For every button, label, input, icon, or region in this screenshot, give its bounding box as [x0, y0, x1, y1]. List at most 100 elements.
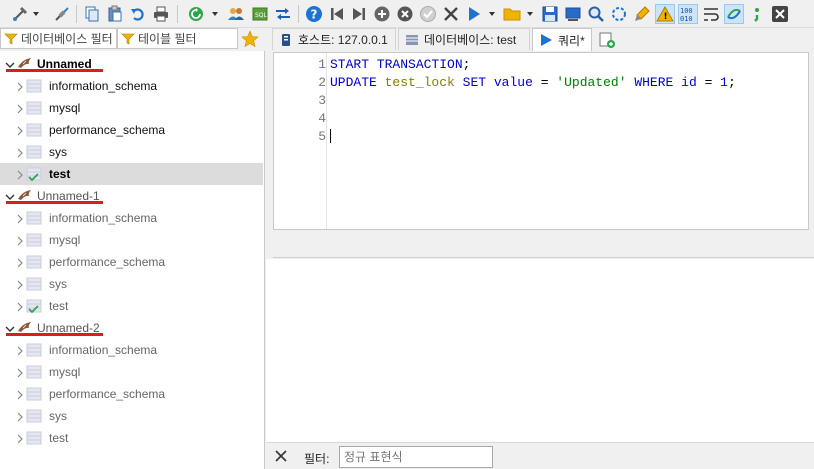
new-query-tab-icon[interactable] [598, 31, 616, 49]
tab-database-label: 데이터베이스: test [424, 33, 517, 47]
copy-icon[interactable] [82, 4, 102, 24]
tab-query[interactable]: 쿼리* [532, 28, 592, 51]
binary-icon[interactable]: 100 010 [678, 4, 698, 24]
run-icon[interactable] [464, 4, 484, 24]
chevron-down-icon[interactable] [5, 59, 15, 69]
connect-dropdown-icon[interactable] [32, 10, 40, 18]
chevron-right-icon[interactable] [15, 279, 25, 290]
database-node[interactable]: mysql [0, 229, 263, 251]
sync-icon[interactable] [724, 4, 744, 24]
chevron-right-icon[interactable] [15, 411, 25, 422]
export-icon[interactable]: SQL [250, 4, 270, 24]
close-filter-icon[interactable] [274, 449, 288, 463]
folder-icon[interactable] [502, 4, 522, 24]
result-area [266, 259, 814, 442]
replace-icon[interactable] [609, 4, 629, 24]
help-icon[interactable]: ? [304, 4, 324, 24]
chevron-right-icon[interactable] [15, 147, 25, 158]
folder-dropdown-icon[interactable] [526, 10, 534, 18]
line-number: 5 [318, 129, 326, 144]
database-node[interactable]: mysql [0, 97, 263, 119]
table-filter-input[interactable]: 테이블 필터 [117, 28, 238, 49]
cancel-icon[interactable] [441, 4, 461, 24]
code-token: WHERE [634, 75, 674, 90]
chevron-right-icon[interactable] [15, 235, 25, 246]
undo-icon[interactable] [128, 4, 148, 24]
wrap-icon[interactable] [701, 4, 721, 24]
chevron-right-icon[interactable] [15, 103, 25, 114]
database-node[interactable]: performance_schema [0, 251, 263, 273]
chevron-right-icon[interactable] [15, 389, 25, 400]
svg-text:100: 100 [680, 7, 693, 15]
print-icon[interactable] [151, 4, 171, 24]
chevron-right-icon[interactable] [15, 125, 25, 136]
text-caret [330, 129, 331, 143]
run-dropdown-icon[interactable] [488, 10, 496, 18]
connect-icon[interactable] [10, 4, 30, 24]
editor-splitter[interactable] [273, 230, 814, 258]
chevron-right-icon[interactable] [15, 433, 25, 444]
sql-editor[interactable]: 12345 START TRANSACTION; UPDATE test_lock… [273, 52, 809, 230]
code-token: 1 [720, 75, 728, 90]
chevron-right-icon[interactable] [15, 169, 25, 180]
favorite-star-icon[interactable] [241, 30, 259, 48]
chevron-down-icon[interactable] [5, 191, 15, 201]
database-filter-input[interactable]: 데이터베이스 필터 [0, 28, 117, 49]
chevron-right-icon[interactable] [15, 213, 25, 224]
disconnect-icon[interactable] [52, 4, 72, 24]
refresh-dropdown-icon[interactable] [211, 10, 219, 18]
database-label: mysql [49, 365, 81, 379]
first-icon[interactable] [327, 4, 347, 24]
database-node[interactable]: test [0, 163, 263, 185]
database-node[interactable]: performance_schema [0, 119, 263, 141]
user-manager-icon[interactable] [226, 4, 246, 24]
format-icon[interactable] [632, 4, 652, 24]
database-icon [26, 166, 42, 182]
chevron-right-icon[interactable] [15, 301, 25, 312]
database-node[interactable]: test [0, 295, 263, 317]
gutter-divider [326, 53, 327, 229]
semicolon-icon[interactable] [747, 4, 767, 24]
tab-host[interactable]: 호스트: 127.0.0.1 [272, 28, 396, 50]
database-node[interactable]: mysql [0, 361, 263, 383]
transfer-icon[interactable] [273, 4, 293, 24]
database-node[interactable]: test [0, 427, 263, 449]
warning-icon[interactable]: ! [655, 4, 675, 24]
save-icon[interactable] [540, 4, 560, 24]
line-number: 4 [318, 111, 326, 126]
database-icon [26, 122, 42, 138]
post-icon[interactable] [418, 4, 438, 24]
database-node[interactable]: sys [0, 273, 263, 295]
chevron-right-icon[interactable] [15, 257, 25, 268]
database-icon [406, 34, 418, 45]
add-row-icon[interactable] [372, 4, 392, 24]
database-node[interactable]: sys [0, 405, 263, 427]
database-node[interactable]: sys [0, 141, 263, 163]
database-node[interactable]: information_schema [0, 339, 263, 361]
table-filter-placeholder: 테이블 필터 [138, 32, 197, 46]
chevron-down-icon[interactable] [5, 323, 15, 333]
chevron-right-icon[interactable] [15, 367, 25, 378]
refresh-icon[interactable] [186, 4, 206, 24]
chevron-right-icon[interactable] [15, 345, 25, 356]
chevron-right-icon[interactable] [15, 81, 25, 92]
code-token: 'Updated' [556, 75, 627, 90]
database-tree[interactable]: Unnamed information_schema mysql performanc… [0, 51, 265, 469]
code-token: SET [462, 75, 487, 90]
find-icon[interactable] [586, 4, 606, 24]
tab-database[interactable]: 데이터베이스: test [398, 28, 530, 50]
database-label: information_schema [49, 343, 158, 357]
database-node[interactable]: performance_schema [0, 383, 263, 405]
delete-row-icon[interactable] [395, 4, 415, 24]
code-token: id [681, 75, 697, 90]
paste-icon[interactable] [105, 4, 125, 24]
line-number: 2 [318, 75, 326, 90]
database-node[interactable]: information_schema [0, 75, 263, 97]
last-icon[interactable] [349, 4, 369, 24]
database-node[interactable]: information_schema [0, 207, 263, 229]
explain-icon[interactable] [563, 4, 583, 24]
regex-filter-input[interactable] [339, 446, 493, 468]
close-tab-icon[interactable] [770, 4, 790, 24]
toolbar-separator [298, 5, 299, 23]
